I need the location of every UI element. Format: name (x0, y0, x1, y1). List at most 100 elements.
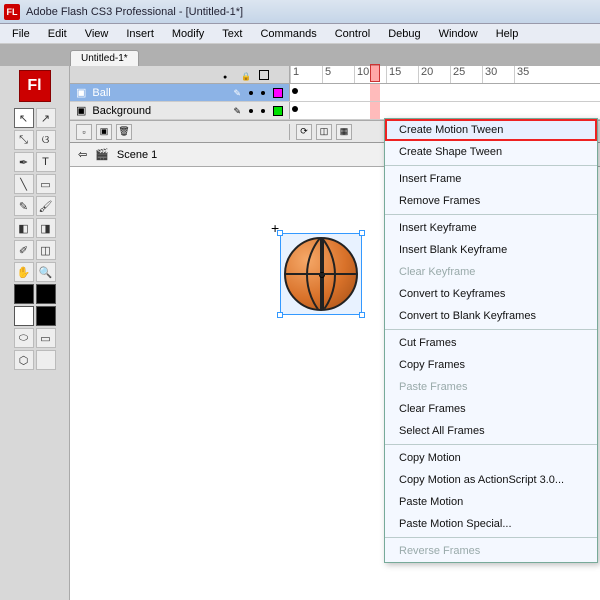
paint-bucket-tool[interactable]: ◨ (36, 218, 56, 238)
outline-column-icon[interactable] (259, 70, 269, 80)
scene-label[interactable]: Scene 1 (117, 149, 157, 161)
menu-file[interactable]: File (4, 26, 38, 42)
menu-item-remove-frames[interactable]: Remove Frames (385, 190, 597, 212)
zoom-tool[interactable]: 🔍 (36, 262, 56, 282)
menu-item-copy-motion-as-actionscript-3-0[interactable]: Copy Motion as ActionScript 3.0... (385, 469, 597, 491)
selection-handle[interactable] (359, 312, 365, 318)
selection-handle[interactable] (277, 230, 283, 236)
keyframe[interactable] (292, 88, 298, 94)
onion-skin-button[interactable]: ⟳ (296, 124, 312, 140)
lock-dot[interactable] (261, 109, 265, 113)
menu-item-paste-motion[interactable]: Paste Motion (385, 491, 597, 513)
playhead-marker (370, 84, 380, 101)
menu-item-copy-motion[interactable]: Copy Motion (385, 447, 597, 469)
menu-view[interactable]: View (77, 26, 117, 42)
smooth-option[interactable]: ▭ (36, 328, 56, 348)
menu-item-copy-frames[interactable]: Copy Frames (385, 354, 597, 376)
menu-text[interactable]: Text (214, 26, 250, 42)
menu-item-insert-keyframe[interactable]: Insert Keyframe (385, 217, 597, 239)
menu-item-clear-frames[interactable]: Clear Frames (385, 398, 597, 420)
menu-item-reverse-frames: Reverse Frames (385, 540, 597, 562)
timeline-ruler[interactable]: 15101520253035 (290, 66, 600, 83)
delete-layer-button[interactable]: 🗑 (116, 124, 132, 140)
ink-bottle-tool[interactable]: ◧ (14, 218, 34, 238)
layer-ball[interactable]: ▣Ball (70, 84, 290, 101)
outline-swatch[interactable] (273, 88, 283, 98)
layer-name: Ball (92, 87, 110, 99)
menu-control[interactable]: Control (327, 26, 378, 42)
brush-tool[interactable]: 🖌 (36, 196, 56, 216)
back-icon[interactable]: ⇦ (78, 148, 87, 161)
titlebar: FL Adobe Flash CS3 Professional - [Untit… (0, 0, 600, 24)
pencil-tool[interactable]: ✎ (14, 196, 34, 216)
menu-separator (385, 214, 597, 215)
document-tab-row: Untitled-1* (0, 44, 600, 66)
menu-item-convert-to-keyframes[interactable]: Convert to Keyframes (385, 283, 597, 305)
edit-indicator-icon (233, 105, 241, 117)
options-placeholder (36, 350, 56, 370)
ruler-tick: 25 (450, 66, 482, 83)
menubar: FileEditViewInsertModifyTextCommandsCont… (0, 24, 600, 44)
text-tool[interactable]: T (36, 152, 56, 172)
free-transform-tool[interactable]: ⤡ (14, 130, 34, 150)
menu-help[interactable]: Help (488, 26, 527, 42)
menu-window[interactable]: Window (431, 26, 486, 42)
layer-frames[interactable] (290, 84, 600, 101)
fill-color[interactable] (36, 284, 56, 304)
menu-item-create-motion-tween[interactable]: Create Motion Tween (385, 119, 597, 141)
menu-item-select-all-frames[interactable]: Select All Frames (385, 420, 597, 442)
ruler-tick: 35 (514, 66, 546, 83)
ruler-tick: 15 (386, 66, 418, 83)
menu-item-paste-frames: Paste Frames (385, 376, 597, 398)
pen-tool[interactable]: ✒ (14, 152, 34, 172)
registration-point-icon (319, 272, 325, 278)
eyedropper-tool[interactable]: ✐ (14, 240, 34, 260)
lock-column-icon[interactable] (241, 70, 251, 80)
menu-item-paste-motion-special[interactable]: Paste Motion Special... (385, 513, 597, 535)
menu-insert[interactable]: Insert (118, 26, 162, 42)
menu-item-cut-frames[interactable]: Cut Frames (385, 332, 597, 354)
lasso-tool[interactable]: ଓ (36, 130, 56, 150)
no-color[interactable] (36, 306, 56, 326)
document-tab[interactable]: Untitled-1* (70, 50, 139, 66)
snap-option[interactable]: ⬭ (14, 328, 34, 348)
edit-multiple-button[interactable]: ▦ (336, 124, 352, 140)
line-tool[interactable]: ╲ (14, 174, 34, 194)
menu-item-create-shape-tween[interactable]: Create Shape Tween (385, 141, 597, 163)
selection-handle[interactable] (277, 312, 283, 318)
visibility-dot[interactable] (249, 91, 253, 95)
visibility-column-icon[interactable] (223, 70, 233, 80)
selection-handle[interactable] (359, 230, 365, 236)
magnet-option[interactable]: ⬡ (14, 350, 34, 370)
lock-dot[interactable] (261, 91, 265, 95)
new-folder-button[interactable]: ▣ (96, 124, 112, 140)
layer-background[interactable]: ▣ Background (70, 102, 290, 119)
menu-debug[interactable]: Debug (380, 26, 428, 42)
keyframe[interactable] (292, 106, 298, 112)
playhead[interactable] (370, 64, 380, 82)
rectangle-tool[interactable]: ▭ (36, 174, 56, 194)
visibility-dot[interactable] (249, 109, 253, 113)
menu-edit[interactable]: Edit (40, 26, 75, 42)
layer-icon: ▣ (76, 104, 86, 117)
menu-item-convert-to-blank-keyframes[interactable]: Convert to Blank Keyframes (385, 305, 597, 327)
swap-colors[interactable] (14, 306, 34, 326)
menu-modify[interactable]: Modify (164, 26, 212, 42)
hand-tool[interactable]: ✋ (14, 262, 34, 282)
menu-item-insert-frame[interactable]: Insert Frame (385, 168, 597, 190)
edit-indicator-icon (233, 87, 241, 99)
outline-swatch[interactable] (273, 106, 283, 116)
subselection-tool[interactable]: ↗ (36, 108, 56, 128)
stroke-color[interactable] (14, 284, 34, 304)
layer-name: Background (92, 105, 151, 117)
timeline-layer-header (70, 66, 290, 83)
basketball-symbol-selected[interactable] (280, 233, 362, 315)
eraser-tool[interactable]: ◫ (36, 240, 56, 260)
menu-item-insert-blank-keyframe[interactable]: Insert Blank Keyframe (385, 239, 597, 261)
onion-outline-button[interactable]: ◫ (316, 124, 332, 140)
selection-tool[interactable]: ↖ (14, 108, 34, 128)
new-layer-button[interactable]: ▫ (76, 124, 92, 140)
layer-frames[interactable] (290, 102, 600, 119)
menu-commands[interactable]: Commands (252, 26, 324, 42)
ruler-tick: 30 (482, 66, 514, 83)
